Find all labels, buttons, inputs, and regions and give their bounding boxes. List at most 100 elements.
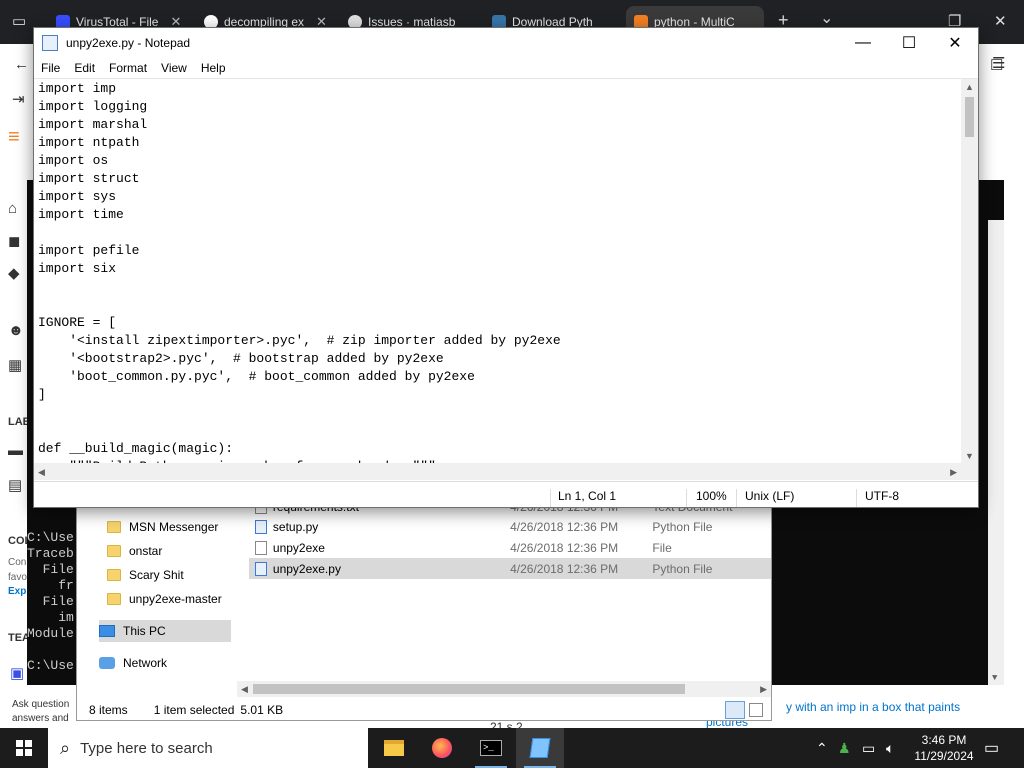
nav-folder[interactable]: MSN Messenger: [107, 516, 218, 538]
companies-icon[interactable]: ▦: [8, 356, 22, 374]
tab-list-button[interactable]: ⌄: [820, 8, 833, 28]
tags-icon[interactable]: ◆: [8, 264, 20, 282]
horizontal-scrollbar[interactable]: ◀ ▶: [34, 463, 961, 480]
browser-menu-icon[interactable]: ▭: [12, 12, 26, 30]
file-explorer-window[interactable]: MSN Messenger onstar Scary Shit unpy2exe…: [76, 497, 772, 721]
back-arrow-icon[interactable]: ←: [14, 56, 29, 73]
scrollbar-thumb[interactable]: [253, 684, 685, 694]
scroll-up-arrow-icon[interactable]: ▲: [965, 82, 974, 92]
terminal-line: File: [27, 562, 74, 577]
discussions-icon[interactable]: ▬: [8, 442, 23, 459]
home-icon[interactable]: ⌂: [8, 200, 17, 217]
notepad-title-bar[interactable]: unpy2exe.py - Notepad — ☐ ✕: [34, 28, 978, 58]
terminal-taskbar-button[interactable]: >_: [467, 728, 515, 768]
ask-question-text: Ask question: [12, 699, 70, 710]
teams-icon[interactable]: ▣: [10, 664, 24, 682]
document-text[interactable]: import imp import logging import marshal…: [38, 80, 561, 476]
status-divider: [686, 489, 687, 507]
explorer-navigation-pane: MSN Messenger onstar Scary Shit unpy2exe…: [77, 498, 233, 678]
folder-icon: [107, 593, 121, 605]
network-icon: [99, 657, 115, 669]
nav-this-pc[interactable]: This PC: [99, 620, 231, 642]
question-snippet[interactable]: y with an imp in a box that paints: [786, 700, 960, 714]
terminal-line: C:\Use: [27, 530, 74, 545]
file-row[interactable]: setup.py 4/26/2018 12:36 PM Python File: [249, 516, 771, 537]
nav-folder-label: Scary Shit: [129, 568, 184, 582]
browser-close-button[interactable]: ✕: [994, 12, 1007, 30]
answers-text: answers and: [12, 713, 69, 724]
selection-size: 5.01 KB: [240, 703, 284, 717]
scroll-right-arrow-icon[interactable]: ▶: [950, 467, 957, 478]
file-type: Python File: [652, 519, 713, 534]
search-icon: ⌕: [60, 737, 71, 758]
questions-icon[interactable]: ◼: [8, 232, 20, 250]
window-title: unpy2exe.py - Notepad: [66, 36, 191, 50]
browser-menu-icon[interactable]: ☰: [992, 54, 1005, 72]
notepad-icon: [42, 35, 58, 51]
notifications-icon[interactable]: ▭: [984, 738, 999, 758]
cursor-position: Ln 1, Col 1: [558, 489, 617, 503]
show-hidden-icons-icon[interactable]: ⌃: [816, 740, 828, 757]
start-button[interactable]: [0, 728, 48, 768]
explore-link[interactable]: Exp: [8, 586, 26, 597]
taskbar-search[interactable]: ⌕ Type here to search: [48, 728, 368, 768]
scroll-down-arrow-icon[interactable]: ▼: [992, 673, 997, 683]
vertical-scrollbar[interactable]: ▲ ▼: [961, 79, 978, 464]
terminal-line: fr: [27, 578, 74, 593]
users-icon[interactable]: ☻: [8, 322, 24, 339]
nav-network-label: Network: [123, 656, 168, 670]
computer-icon: [99, 625, 115, 637]
stackoverflow-logo-icon[interactable]: ≡: [8, 126, 20, 149]
nav-folder[interactable]: unpy2exe-master: [107, 588, 222, 610]
nav-this-pc-label: This PC: [123, 624, 166, 638]
firefox-taskbar-button[interactable]: [418, 728, 466, 768]
notepad-window[interactable]: unpy2exe.py - Notepad — ☐ ✕ File Edit Fo…: [33, 27, 979, 508]
scroll-right-arrow-icon[interactable]: ▶: [760, 684, 767, 695]
explorer-status-bar: 8 items 1 item selected 5.01 KB: [77, 700, 771, 720]
explorer-file-list: requirements.txt 4/26/2018 12:36 PM Text…: [247, 498, 773, 678]
collectives-desc: Con: [8, 557, 27, 568]
nav-folder-label: unpy2exe-master: [129, 592, 222, 606]
close-button[interactable]: ✕: [932, 28, 978, 58]
terminal-line: Traceb: [27, 546, 74, 561]
people-icon[interactable]: ♟: [838, 740, 851, 757]
encoding: UTF-8: [865, 489, 899, 503]
favorites-text: favo: [8, 572, 27, 583]
chat-icon[interactable]: ▤: [8, 476, 22, 494]
nav-folder[interactable]: onstar: [107, 540, 162, 562]
maximize-button[interactable]: ☐: [886, 28, 932, 58]
scroll-left-arrow-icon[interactable]: ◀: [38, 467, 45, 478]
terminal-scrollbar[interactable]: ▼: [988, 220, 1004, 685]
large-icons-view-icon[interactable]: [749, 703, 763, 717]
taskbar-clock[interactable]: 3:46 PM 11/29/2024: [912, 732, 976, 764]
nav-folder-label: onstar: [129, 544, 163, 558]
file-explorer-taskbar-button[interactable]: [370, 728, 418, 768]
selection-count: 1 item selected: [153, 703, 235, 717]
file-row-selected[interactable]: unpy2exe.py 4/26/2018 12:36 PM Python Fi…: [249, 558, 771, 579]
network-tray-icon[interactable]: ▭: [862, 740, 875, 757]
status-divider: [736, 489, 737, 507]
volume-icon[interactable]: 🔈︎: [886, 740, 894, 757]
scroll-left-arrow-icon[interactable]: ◀: [241, 684, 248, 695]
nav-folder[interactable]: Scary Shit: [107, 564, 184, 586]
menu-format[interactable]: Format: [102, 61, 154, 75]
python-file-icon: [255, 519, 267, 534]
file-date: 4/26/2018 12:36 PM: [510, 561, 619, 576]
notepad-text-area[interactable]: import imp import logging import marshal…: [34, 78, 978, 480]
scrollbar-corner: [961, 463, 978, 480]
menu-help[interactable]: Help: [194, 61, 233, 75]
nav-network[interactable]: Network: [99, 652, 167, 674]
scroll-down-arrow-icon[interactable]: ▼: [965, 451, 974, 461]
minimize-button[interactable]: —: [840, 28, 886, 58]
file-row[interactable]: unpy2exe 4/26/2018 12:36 PM File: [249, 537, 771, 558]
menu-view[interactable]: View: [154, 61, 194, 75]
notepad-taskbar-button[interactable]: [516, 728, 564, 768]
menu-edit[interactable]: Edit: [67, 61, 102, 75]
menu-file[interactable]: File: [34, 61, 67, 75]
terminal-line: Module: [27, 626, 74, 641]
scrollbar-thumb[interactable]: [965, 97, 974, 137]
sign-in-icon[interactable]: ⇥: [12, 90, 25, 108]
notepad-status-bar: Ln 1, Col 1 100% Unix (LF) UTF-8: [34, 481, 978, 507]
details-view-icon[interactable]: [725, 701, 745, 719]
explorer-horizontal-scrollbar[interactable]: ◀ ▶: [237, 681, 771, 697]
